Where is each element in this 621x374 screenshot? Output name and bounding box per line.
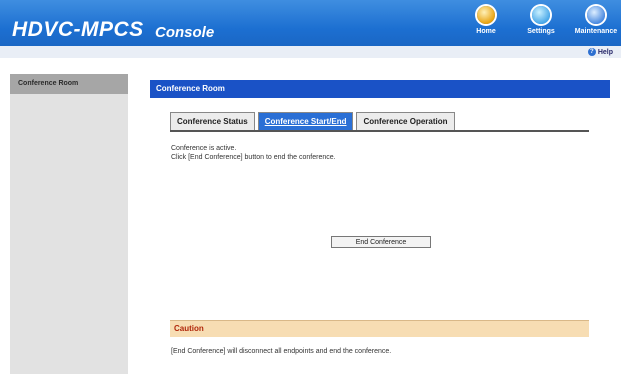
- caution-title: Caution: [174, 324, 204, 333]
- help-bar: [0, 46, 621, 58]
- tab-conference-operation[interactable]: Conference Operation: [356, 112, 455, 130]
- app-logo: HDVC-MPCS: [12, 18, 144, 41]
- nav-settings-label: Settings: [527, 28, 555, 35]
- main-panel: Conference Room Conference Status Confer…: [150, 80, 610, 374]
- tab-bar: Conference Status Conference Start/End C…: [170, 112, 455, 130]
- nav-maintenance-button[interactable]: Maintenance: [571, 6, 621, 40]
- app-subtitle: Console: [155, 24, 215, 41]
- maintenance-icon: [587, 6, 605, 24]
- tab-conference-status[interactable]: Conference Status: [170, 112, 255, 130]
- end-conference-button[interactable]: End Conference: [331, 236, 431, 248]
- tab-divider: [170, 130, 589, 132]
- tab-conference-start-end[interactable]: Conference Start/End: [257, 112, 354, 130]
- help-label: Help: [597, 48, 613, 56]
- nav-maintenance-label: Maintenance: [574, 28, 618, 35]
- caution-message: [End Conference] will disconnect all end…: [171, 348, 392, 355]
- home-icon: [477, 6, 495, 24]
- help-icon: ?: [587, 48, 596, 56]
- status-line-1: Conference is active.: [171, 145, 237, 152]
- status-line-2: Click [End Conference] button to end the…: [171, 154, 336, 161]
- sidebar-item-conference-room[interactable]: Conference Room: [10, 74, 128, 94]
- nav-home-button[interactable]: Home: [461, 6, 511, 40]
- settings-icon: [532, 6, 550, 24]
- caution-header: Caution: [170, 320, 589, 337]
- nav-home-label: Home: [476, 28, 496, 35]
- conference-status-message: Conference is active. Click [End Confere…: [171, 144, 336, 162]
- section-title: Conference Room: [150, 80, 610, 98]
- sidebar: Conference Room: [10, 74, 128, 374]
- nav-settings-button[interactable]: Settings: [516, 6, 566, 40]
- help-link[interactable]: ? Help: [587, 48, 613, 56]
